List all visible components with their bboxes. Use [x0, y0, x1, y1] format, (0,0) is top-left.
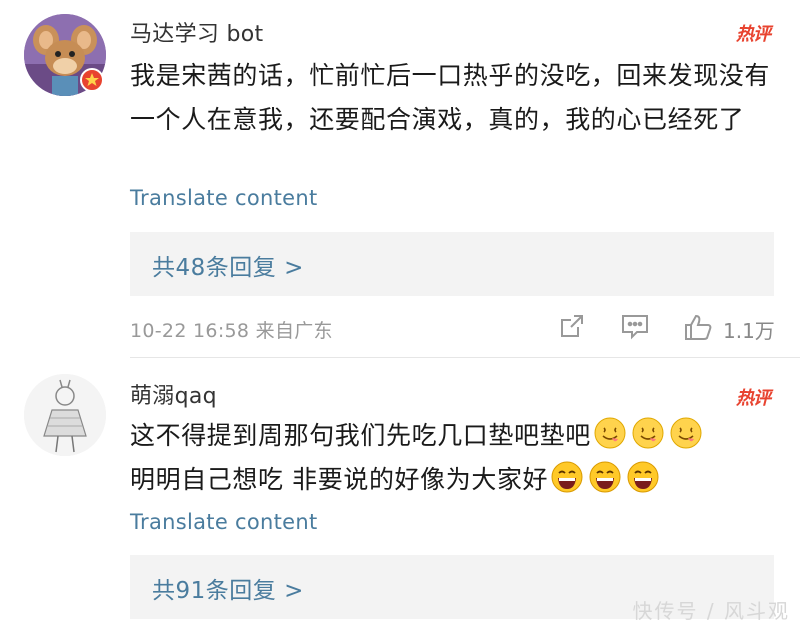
avatar[interactable] [24, 374, 106, 456]
watermark: 快传号 / 风斗观 [632, 599, 790, 623]
comment-meta: 10-22 16:58 来自广东 [130, 316, 333, 343]
timestamp: 10-22 16:58 [130, 320, 250, 342]
comment-1: 马达学习 bot 热评 我是宋茜的话，忙前忙后一口热乎的没吃，回来发现没有一个人… [0, 0, 800, 357]
share-icon[interactable] [558, 312, 586, 340]
hot-comment-badge: 热评 [736, 388, 771, 409]
yummy-emoji-icon [632, 417, 664, 449]
comment-text-line1: 这不得提到周那句我们先吃几口垫吧垫吧 [130, 414, 780, 458]
like-icon[interactable] [683, 312, 713, 342]
comment-text: 我是宋茜的话，忙前忙后一口热乎的没吃，回来发现没有一个人在意我，还要配合演戏，真… [130, 61, 771, 134]
laugh-emoji-icon [589, 461, 621, 493]
comment-text: 这不得提到周那句我们先吃几口垫吧垫吧 明明自己想吃 非要说的好像为大家好 [130, 414, 780, 502]
replies-button[interactable]: 共48条回复 > [130, 232, 774, 296]
laugh-emoji-icon [627, 461, 659, 493]
replies-label: 共91条回复 > [152, 578, 304, 604]
translate-link[interactable]: Translate content [130, 186, 318, 210]
username[interactable]: 马达学习 bot [130, 16, 263, 48]
laugh-emoji-icon [551, 461, 583, 493]
username[interactable]: 萌溺qaq [130, 378, 217, 410]
yummy-emoji-icon [594, 417, 626, 449]
verified-badge-icon [80, 68, 104, 92]
yummy-emoji-icon [670, 417, 702, 449]
comment-icon[interactable] [620, 312, 650, 340]
translate-link[interactable]: Translate content [130, 510, 318, 534]
comment-2: 萌溺qaq 热评 这不得提到周那句我们先吃几口垫吧垫吧 明明自己想吃 非要说的好… [0, 358, 800, 628]
like-count: 1.1万 [723, 319, 775, 343]
location: 来自广东 [255, 320, 333, 342]
hot-comment-badge: 热评 [736, 24, 771, 45]
replies-label: 共48条回复 > [152, 255, 304, 281]
comment-text-line2: 明明自己想吃 非要说的好像为大家好 [130, 458, 780, 502]
